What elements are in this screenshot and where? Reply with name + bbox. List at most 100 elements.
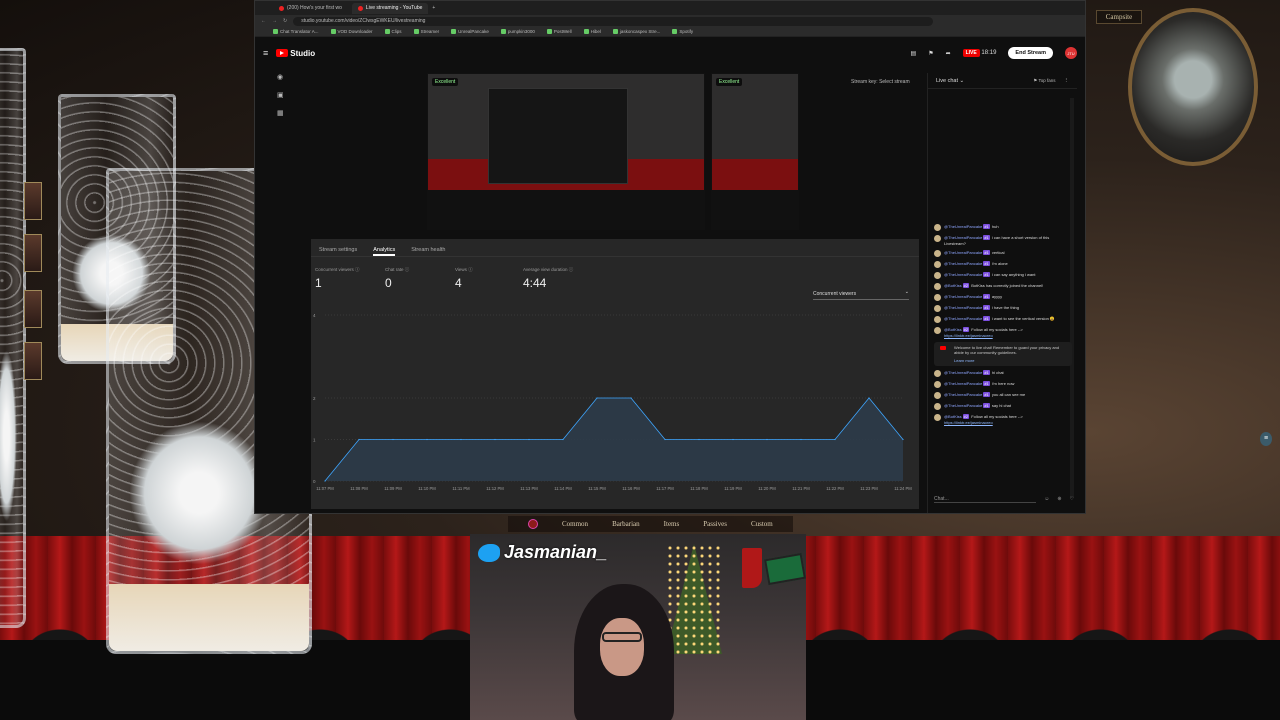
chat-author[interactable]: @TheUnrealPancake <box>944 224 982 229</box>
chat-author[interactable]: @TheUnrealPancake <box>944 250 982 255</box>
bookmark[interactable]: jaskoncaspex Stre... <box>612 29 660 34</box>
youtube-icon <box>357 5 363 11</box>
chat-text: i can say anything i want <box>990 272 1036 277</box>
chat-avatar[interactable] <box>934 224 941 231</box>
bookmark[interactable]: Chat Translator A... <box>273 29 319 34</box>
chat-avatar[interactable] <box>934 272 941 279</box>
chat-author[interactable]: @TheUnrealPancake <box>944 261 982 266</box>
studio-logo[interactable]: Studio <box>276 49 315 58</box>
green-monitor <box>764 552 806 586</box>
chat-mode-select[interactable]: Live chat ⌄ <box>936 78 964 84</box>
broadcast-icon[interactable]: ◉ <box>277 73 284 81</box>
chat-author[interactable]: @TheUnrealPancake <box>944 272 982 277</box>
party-portrait[interactable] <box>24 290 42 328</box>
chat-author[interactable]: @TheUnrealPancake <box>944 316 982 321</box>
chat-author[interactable]: @TheUnrealPancake <box>944 392 982 397</box>
party-portrait[interactable] <box>24 342 42 380</box>
donate-icon[interactable]: ⊕ <box>1057 496 1061 502</box>
chat-avatar[interactable] <box>934 381 941 388</box>
chat-avatar[interactable] <box>934 261 941 268</box>
metric-select[interactable]: Concurrent viewers <box>813 289 909 300</box>
camera-icon[interactable]: ▣ <box>277 91 284 99</box>
forward-icon[interactable]: → <box>272 18 277 24</box>
chat-author[interactable]: @TheUnrealPancake <box>944 294 982 299</box>
chat-avatar[interactable] <box>934 305 941 312</box>
chat-avatar[interactable] <box>934 327 941 334</box>
bookmark[interactable]: UnrealPancake <box>451 29 489 34</box>
chat-avatar[interactable] <box>934 370 941 377</box>
bookmark-icon[interactable]: ⚑ <box>928 50 933 57</box>
emoji-icon[interactable]: ☺ <box>1044 496 1049 502</box>
chat-link[interactable]: https://linktr.ee/jasminaoreo <box>944 333 993 338</box>
address-bar[interactable]: studio.youtube.com/video/ZCIwsgEWKEU/liv… <box>293 16 934 26</box>
game-minimap[interactable] <box>1128 8 1258 166</box>
new-tab-icon[interactable]: + <box>432 5 435 11</box>
menu-icon[interactable]: ≡ <box>263 48 268 58</box>
bookmark[interactable]: pumpkin3000 <box>500 29 535 34</box>
bookmark[interactable]: PostWell <box>546 29 572 34</box>
chat-author[interactable]: @BotKiss <box>944 327 962 332</box>
x-tick-label: 11:09 PM <box>384 486 402 491</box>
calendar-icon[interactable]: ▦ <box>277 109 284 117</box>
chat-avatar[interactable] <box>934 414 941 421</box>
x-tick-label: 11:17 PM <box>656 486 674 491</box>
bookmark[interactable]: Hibel <box>583 29 601 34</box>
hotbar-tab-common[interactable]: Common <box>562 520 588 528</box>
hotbar-tab-custom[interactable]: Custom <box>751 520 773 528</box>
chat-author[interactable]: @BotKiss <box>944 283 962 288</box>
tab-analytics[interactable]: Analytics <box>373 247 396 256</box>
data-point <box>528 438 530 441</box>
chat-author[interactable]: @TheUnrealPancake <box>944 305 982 310</box>
learn-more-link[interactable]: Learn more <box>954 358 1068 363</box>
chat-author[interactable]: @TheUnrealPancake <box>944 403 982 408</box>
live-indicator: LIVE 18:19 <box>962 49 996 57</box>
data-point <box>358 438 360 441</box>
map-pin-icon[interactable]: ≡ <box>1260 432 1272 446</box>
stream-health-badge: Excellent <box>432 78 459 86</box>
chat-avatar[interactable] <box>934 294 941 301</box>
stream-key-select[interactable]: Stream key: Select stream <box>851 79 910 85</box>
chat-avatar[interactable] <box>934 403 941 410</box>
party-portrait[interactable] <box>24 234 42 272</box>
chat-link[interactable]: https://linktr.ee/jasminaoreo <box>944 420 993 425</box>
avatar[interactable]: JTU <box>1065 47 1077 59</box>
stat-chat-rate: Chat rate ⓘ 0 <box>385 267 410 290</box>
chat-avatar[interactable] <box>934 250 941 257</box>
top-fans-button[interactable]: ⚑ Top fans <box>1033 78 1055 84</box>
heart-icon[interactable]: ♡ <box>1070 496 1074 502</box>
chat-author[interactable]: @TheUnrealPancake <box>944 381 982 386</box>
hotbar-tab-passives[interactable]: Passives <box>703 520 727 528</box>
reload-icon[interactable]: ↻ <box>283 18 287 24</box>
bookmark[interactable]: Streamer <box>413 29 439 34</box>
chat-avatar[interactable] <box>934 316 941 323</box>
vertical-preview[interactable]: Excellent <box>711 73 799 230</box>
gem-icon[interactable] <box>528 519 538 529</box>
bookmark[interactable]: Clips <box>384 29 402 34</box>
share-icon[interactable]: ➦ <box>946 50 951 57</box>
browser-tab[interactable]: (200) How's your first wo <box>273 3 348 14</box>
party-portrait[interactable] <box>24 182 42 220</box>
chat-avatar[interactable] <box>934 283 941 290</box>
bookmark[interactable]: VOD Downloader <box>330 29 373 34</box>
chat-author[interactable]: @TheUnrealPancake <box>944 370 982 375</box>
layout-icon[interactable]: ▤ <box>911 50 917 57</box>
browser-tab-active[interactable]: Live streaming - YouTube <box>351 2 429 14</box>
tab-stream-health[interactable]: Stream health <box>411 247 445 256</box>
bookmark[interactable]: Spotify <box>672 29 693 34</box>
end-stream-button[interactable]: End Stream <box>1008 47 1053 59</box>
hotbar-tab-items[interactable]: Items <box>664 520 680 528</box>
hotbar-tab-barbarian[interactable]: Barbarian <box>612 520 640 528</box>
twitter-icon <box>478 543 500 562</box>
campsite-button[interactable]: Campsite <box>1096 10 1142 24</box>
stream-preview[interactable]: Excellent <box>427 73 705 230</box>
data-point <box>664 438 666 441</box>
back-icon[interactable]: ← <box>261 18 266 24</box>
tab-stream-settings[interactable]: Stream settings <box>319 247 357 256</box>
x-tick-label: 11:20 PM <box>758 486 776 491</box>
chat-author[interactable]: @TheUnrealPancake <box>944 235 982 240</box>
more-icon[interactable]: ⋮ <box>1064 78 1070 84</box>
chat-avatar[interactable] <box>934 392 941 399</box>
chat-avatar[interactable] <box>934 235 941 242</box>
chat-author[interactable]: @BotKiss <box>944 414 962 419</box>
chat-input[interactable]: Chat... <box>934 496 1037 503</box>
